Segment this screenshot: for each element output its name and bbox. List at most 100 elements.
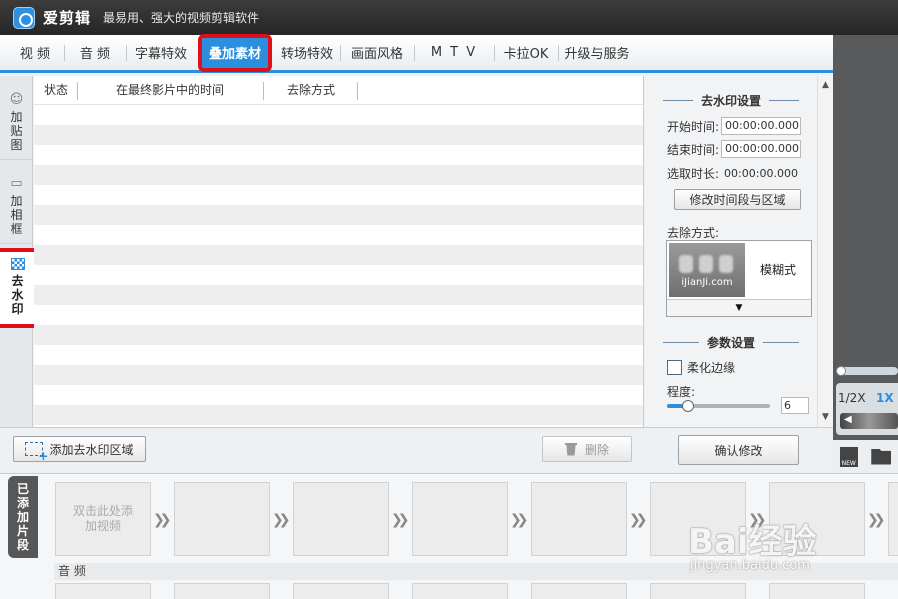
clip-slot[interactable] — [888, 482, 898, 556]
audio-slot[interactable] — [293, 583, 389, 599]
start-time-row: 开始时间: 00:00:00.000 — [667, 117, 802, 135]
title-bar: 爱剪辑 最易用、强大的视频剪辑软件 — [0, 0, 898, 35]
confirm-modify-button[interactable]: 确认修改 — [678, 435, 799, 465]
side-tab-add-frame[interactable]: ▭ 加相框 — [0, 166, 33, 244]
clip-slot[interactable] — [293, 482, 389, 556]
app-name: 爱剪辑 — [43, 9, 92, 27]
side-tab-label: 去水印 — [11, 274, 24, 316]
clip-slot[interactable] — [412, 482, 508, 556]
removal-mode-name: 模糊式 — [759, 263, 796, 277]
degree-slider-knob[interactable] — [681, 400, 694, 412]
tab-upgrade-service[interactable]: 升级与服务 — [558, 38, 636, 68]
trash-icon — [564, 442, 577, 456]
delete-button[interactable]: 删除 — [542, 436, 632, 462]
added-clips-label: 已添加片段 — [16, 482, 29, 552]
audio-slot[interactable] — [412, 583, 508, 599]
mode-dropdown-icon[interactable]: ▼ — [667, 299, 811, 316]
sticker-icon: ☺ — [9, 92, 24, 107]
playback-speed-panel: 1/2X 1X — [836, 383, 898, 435]
end-time-input[interactable]: 00:00:00.000 — [721, 140, 802, 158]
removal-mode-label: 去除方式: — [667, 226, 720, 240]
rewind-icon[interactable] — [840, 413, 898, 429]
watermark-region-list: 状态 在最终影片中的时间 去除方式 — [34, 76, 644, 427]
mode-preview-site: iJianJi.com — [681, 277, 733, 288]
speed-1x-button[interactable]: 1X — [876, 391, 894, 405]
soften-edges-option[interactable]: 柔化边缘 — [667, 359, 735, 376]
main-tab-bar: 视 频 音 频 字幕特效 叠加素材 转场特效 画面风格 M T V 卡拉OK 升… — [0, 33, 833, 73]
soften-edges-checkbox[interactable] — [667, 360, 682, 375]
audio-slot[interactable] — [769, 583, 865, 599]
clip-slot[interactable] — [174, 482, 270, 556]
clip-arrow-icon: ❯❯ — [272, 512, 291, 528]
column-removal-method[interactable]: 去除方式 — [264, 82, 358, 100]
watermark-icon — [10, 258, 25, 270]
clip-arrow-icon: ❯❯ — [510, 512, 529, 528]
start-time-label: 开始时间: — [667, 119, 720, 134]
degree-slider[interactable] — [667, 400, 770, 412]
clip-arrow-icon: ❯❯ — [153, 512, 172, 528]
new-icon-text: NEW — [841, 459, 856, 467]
add-video-placeholder[interactable]: 双击此处添加视频 — [55, 482, 151, 556]
tab-subtitle-effects[interactable]: 字幕特效 — [126, 38, 196, 68]
audio-slot[interactable] — [650, 583, 746, 599]
duration-label: 选取时长: — [667, 167, 720, 181]
clip-arrow-icon: ❯❯ — [629, 512, 648, 528]
audio-slot[interactable] — [531, 583, 627, 599]
added-clips-tab[interactable]: 已添加片段 — [8, 476, 38, 558]
audio-slot[interactable] — [174, 583, 270, 599]
tab-audio[interactable]: 音 频 — [64, 38, 126, 68]
settings-scrollbar[interactable]: ▲ ▼ — [817, 76, 833, 427]
new-project-icon[interactable]: NEW — [839, 446, 858, 467]
add-region-icon — [25, 442, 48, 463]
frame-icon: ▭ — [10, 176, 23, 191]
add-watermark-region-label: 添加去水印区域 — [49, 442, 134, 457]
duration-value: 00:00:00.000 — [724, 167, 798, 180]
tab-overlay-material[interactable]: 叠加素材 — [198, 33, 272, 72]
end-time-row: 结束时间: 00:00:00.000 — [667, 140, 802, 158]
side-tab-label: 加贴图 — [10, 110, 23, 152]
settings-title: 去水印设置 — [655, 92, 807, 109]
tab-transition-effects[interactable]: 转场特效 — [274, 38, 340, 68]
column-status[interactable]: 状态 — [34, 82, 78, 100]
side-tab-bar: ☺ 加贴图 ▭ 加相框 去水印 — [0, 76, 39, 427]
list-rows — [34, 105, 643, 427]
placeholder-text: 双击此处添加视频 — [73, 504, 134, 533]
start-time-input[interactable]: 00:00:00.000 — [721, 117, 802, 135]
preview-bottom-tools: NEW — [833, 440, 898, 473]
column-time-in-final-video[interactable]: 在最终影片中的时间 — [78, 82, 264, 100]
baidu-watermark: Bai经验 — [688, 522, 817, 562]
tab-mtv[interactable]: M T V — [414, 38, 494, 68]
blur-mode-preview: iJianJi.com — [669, 243, 745, 297]
delete-label: 删除 — [584, 442, 609, 457]
tab-picture-style[interactable]: 画面风格 — [340, 38, 414, 68]
side-tab-remove-watermark[interactable]: 去水印 — [0, 248, 39, 328]
open-folder-icon[interactable] — [871, 448, 892, 465]
end-time-label: 结束时间: — [667, 142, 720, 157]
tab-karaoke[interactable]: 卡拉OK — [494, 38, 558, 68]
params-title: 参数设置 — [655, 334, 807, 351]
baidu-watermark-url: jingyan.baidu.com — [690, 558, 810, 573]
add-watermark-region-button[interactable]: 添加去水印区域 — [13, 436, 146, 463]
modify-time-region-button[interactable]: 修改时间段与区域 — [674, 189, 801, 210]
removal-mode-selector[interactable]: iJianJi.com 模糊式 ▼ — [666, 240, 812, 317]
list-header: 状态 在最终影片中的时间 去除方式 — [34, 76, 643, 105]
speed-half-button[interactable]: 1/2X — [838, 391, 866, 405]
app-logo-icon — [13, 6, 35, 29]
preview-progress-knob[interactable] — [836, 366, 846, 376]
audio-slot[interactable] — [55, 583, 151, 599]
action-bar: 添加去水印区域 删除 确认修改 — [0, 427, 833, 473]
degree-value-input[interactable]: 6 — [781, 397, 809, 414]
app-slogan: 最易用、强大的视频剪辑软件 — [103, 11, 260, 25]
tab-video[interactable]: 视 频 — [6, 38, 64, 68]
degree-label: 程度: — [667, 385, 696, 399]
clip-slot[interactable] — [531, 482, 627, 556]
clip-arrow-icon: ❯❯ — [391, 512, 410, 528]
clip-arrow-icon: ❯❯ — [867, 512, 886, 528]
side-tab-add-sticker[interactable]: ☺ 加贴图 — [0, 82, 33, 160]
soften-edges-label: 柔化边缘 — [687, 361, 736, 375]
scroll-down-icon[interactable]: ▼ — [820, 411, 831, 423]
side-tab-label: 加相框 — [10, 194, 23, 236]
duration-row: 选取时长: 00:00:00.000 — [667, 165, 798, 182]
watermark-settings-panel: 去水印设置 开始时间: 00:00:00.000 结束时间: 00:00:00.… — [645, 76, 817, 427]
scroll-up-icon[interactable]: ▲ — [820, 79, 831, 91]
